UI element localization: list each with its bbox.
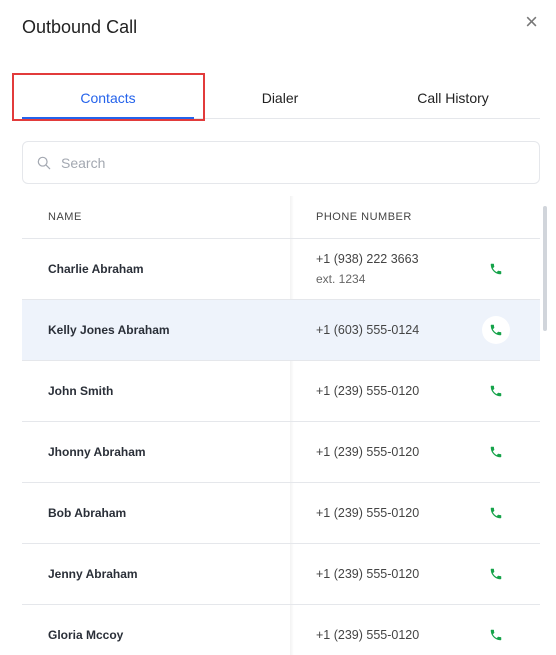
call-button[interactable]	[482, 499, 510, 527]
tab-label: Contacts	[80, 90, 136, 106]
phone-icon	[489, 567, 503, 581]
contact-name: John Smith	[48, 384, 114, 398]
table-row[interactable]: Jenny Abraham +1 (239) 555-0120	[22, 544, 540, 605]
contact-name: Bob Abraham	[48, 506, 127, 520]
phone-number: +1 (239) 555-0120	[316, 628, 420, 642]
contact-name: Gloria Mccoy	[48, 628, 124, 642]
contact-phone: +1 (239) 555-0120	[316, 605, 419, 655]
phone-icon	[489, 384, 503, 398]
contact-name: Kelly Jones Abraham	[48, 323, 170, 337]
phone-icon	[489, 323, 503, 337]
call-button[interactable]	[482, 316, 510, 344]
search-input[interactable]	[51, 142, 539, 183]
table-row[interactable]: Kelly Jones Abraham +1 (603) 555-0124	[22, 300, 540, 361]
table-body: Charlie Abraham +1 (938) 222 3663 ext. 123…	[22, 239, 540, 655]
call-button[interactable]	[482, 255, 510, 283]
table-header: NAME PHONE NUMBER	[22, 196, 540, 239]
scrollbar-thumb[interactable]	[543, 206, 547, 331]
contact-phone: +1 (239) 555-0120	[316, 361, 419, 421]
call-button[interactable]	[482, 377, 510, 405]
tab-label: Call History	[417, 90, 489, 106]
dialog-title: Outbound Call	[22, 17, 138, 37]
phone-number: +1 (239) 555-0120	[316, 445, 420, 459]
tab-bar: Contacts Dialer Call History	[22, 78, 540, 119]
table-row[interactable]: John Smith +1 (239) 555-0120	[22, 361, 540, 422]
table-row[interactable]: Charlie Abraham +1 (938) 222 3663 ext. 123…	[22, 239, 540, 300]
phone-column-header: PHONE NUMBER	[316, 211, 412, 223]
name-column-header: NAME	[48, 211, 82, 223]
tab-call-history[interactable]: Call History	[366, 78, 540, 118]
contact-phone: +1 (239) 555-0120	[316, 483, 419, 543]
phone-icon	[489, 628, 503, 642]
contact-phone: +1 (938) 222 3663 ext. 1234	[316, 239, 419, 299]
table-row[interactable]: Bob Abraham +1 (239) 555-0120	[22, 483, 540, 544]
active-tab-underline	[22, 117, 194, 119]
search-icon	[37, 156, 51, 169]
contact-name: Jenny Abraham	[48, 567, 138, 581]
phone-extension: ext. 1234	[316, 272, 366, 286]
phone-number: +1 (603) 555-0124	[316, 323, 420, 337]
phone-icon	[489, 262, 503, 276]
table-row[interactable]: Jhonny Abraham +1 (239) 555-0120	[22, 422, 540, 483]
tab-contacts[interactable]: Contacts	[22, 78, 194, 119]
contact-phone: +1 (239) 555-0120	[316, 544, 419, 604]
phone-icon	[489, 445, 503, 459]
tab-dialer[interactable]: Dialer	[194, 78, 366, 118]
contact-phone: +1 (603) 555-0124	[316, 300, 419, 360]
contact-name: Charlie Abraham	[48, 262, 144, 276]
phone-icon	[489, 506, 503, 520]
table-row[interactable]: Gloria Mccoy +1 (239) 555-0120	[22, 605, 540, 655]
phone-number: +1 (938) 222 3663	[316, 252, 419, 266]
call-button[interactable]	[482, 438, 510, 466]
call-button[interactable]	[482, 621, 510, 649]
close-icon[interactable]: ×	[525, 10, 538, 34]
call-button[interactable]	[482, 560, 510, 588]
phone-number: +1 (239) 555-0120	[316, 506, 420, 520]
contacts-table: NAME PHONE NUMBER Charlie Abraham +1 (938…	[22, 196, 540, 655]
search-box	[22, 141, 540, 184]
contact-name: Jhonny Abraham	[48, 445, 146, 459]
tab-label: Dialer	[261, 90, 299, 106]
phone-number: +1 (239) 555-0120	[316, 567, 420, 581]
contact-phone: +1 (239) 555-0120	[316, 422, 419, 482]
phone-number: +1 (239) 555-0120	[316, 384, 420, 398]
